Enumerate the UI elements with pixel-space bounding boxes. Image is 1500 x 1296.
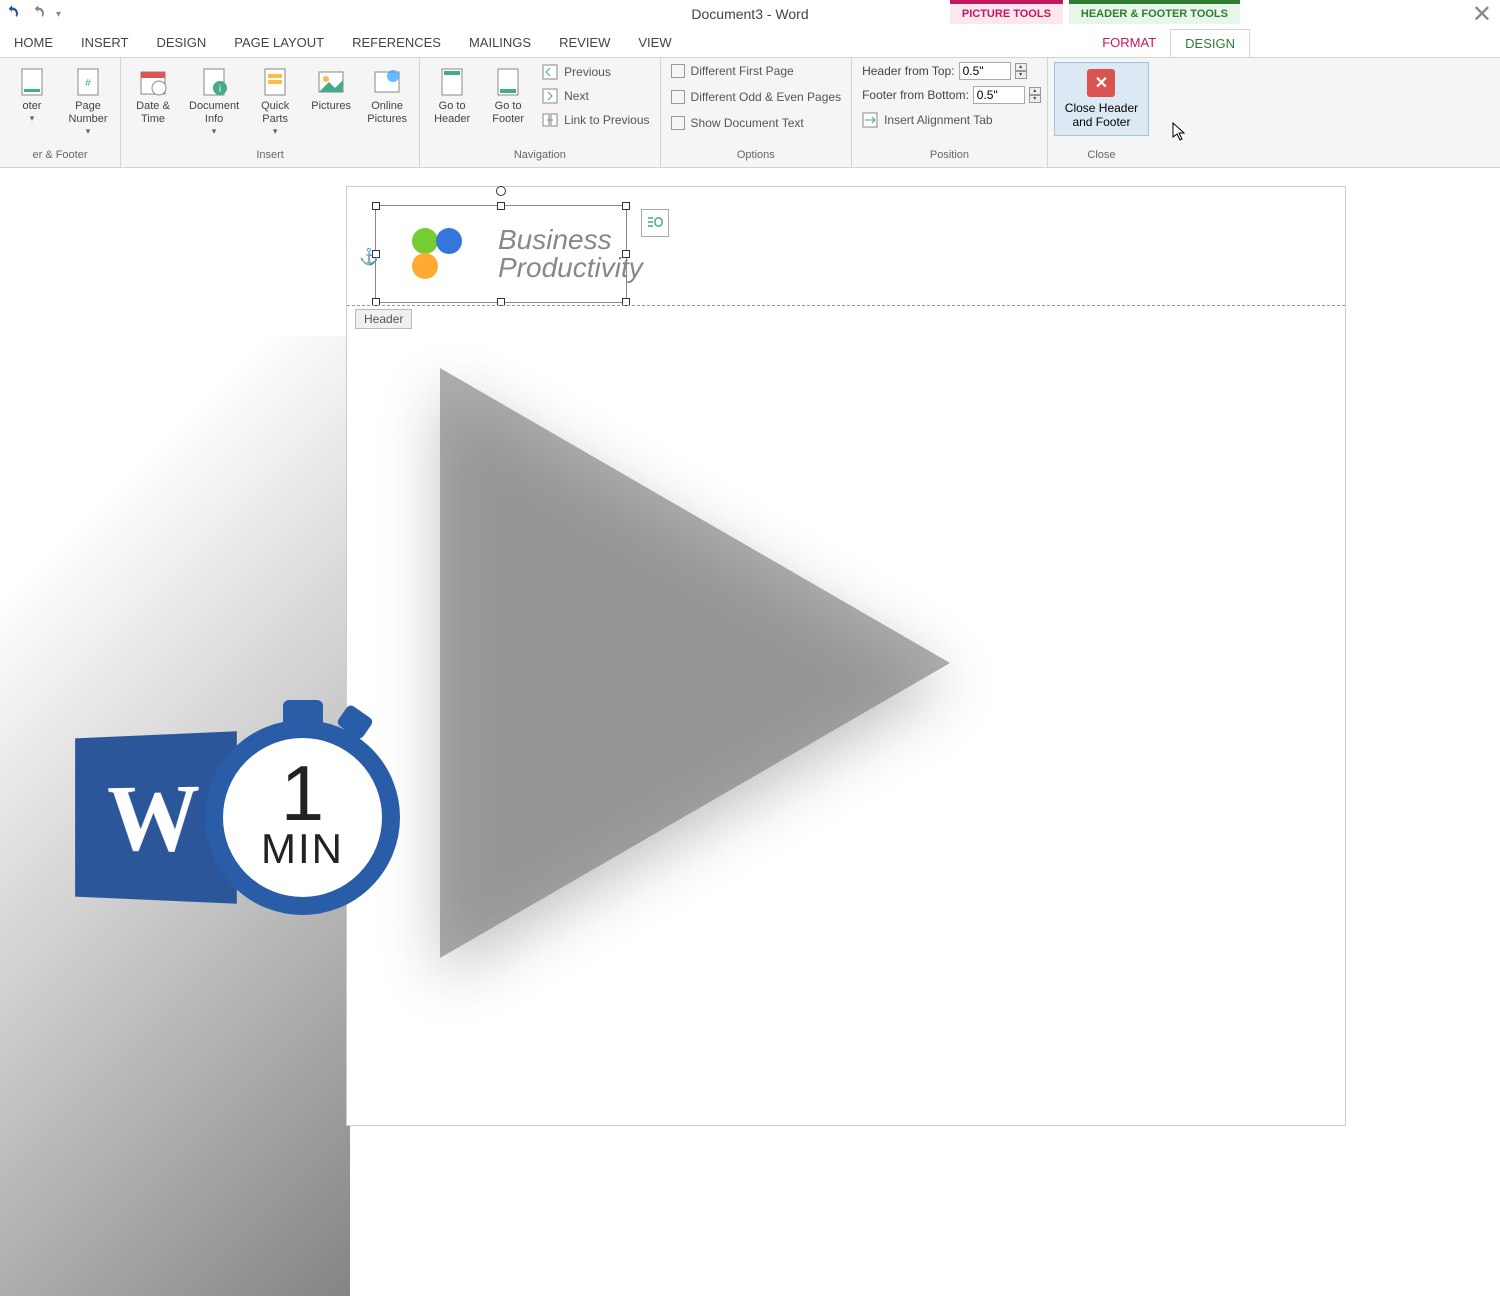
word-1min-badge: W 1 MIN bbox=[70, 720, 400, 915]
document-info-icon: i bbox=[198, 66, 230, 98]
resize-handle-ne[interactable] bbox=[622, 202, 630, 210]
resize-handle-n[interactable] bbox=[497, 202, 505, 210]
online-pictures-icon bbox=[371, 66, 403, 98]
page-number-button[interactable]: # Page Number ▾ bbox=[62, 62, 114, 141]
next-icon bbox=[542, 88, 558, 104]
ribbon: oter ▾ # Page Number ▾ er & Footer Date … bbox=[0, 58, 1500, 168]
layout-options-button[interactable] bbox=[641, 209, 669, 237]
different-odd-even-checkbox[interactable]: Different Odd & Even Pages bbox=[667, 88, 846, 106]
document-info-button[interactable]: i Document Info ▾ bbox=[183, 62, 245, 141]
checkbox-icon bbox=[671, 116, 685, 130]
goto-footer-icon bbox=[492, 66, 524, 98]
tab-page-layout[interactable]: PAGE LAYOUT bbox=[220, 29, 338, 56]
checkbox-icon bbox=[671, 64, 685, 78]
tab-view[interactable]: VIEW bbox=[624, 29, 685, 56]
close-header-footer-button[interactable]: ✕ Close Header and Footer bbox=[1054, 62, 1149, 136]
spinner[interactable]: ▴▾ bbox=[1029, 87, 1041, 103]
title-bar: ▾ Document3 - Word PICTURE TOOLS HEADER … bbox=[0, 0, 1500, 28]
window-close-icon[interactable]: ✕ bbox=[1472, 0, 1492, 29]
ribbon-tabs: HOME INSERT DESIGN PAGE LAYOUT REFERENCE… bbox=[0, 28, 1500, 58]
pictures-icon bbox=[315, 66, 347, 98]
group-insert: Insert bbox=[127, 147, 413, 163]
dropdown-icon: ▾ bbox=[273, 126, 278, 137]
previous-icon bbox=[542, 64, 558, 80]
document-title: Document3 - Word bbox=[691, 6, 808, 22]
footer-bottom-input[interactable] bbox=[973, 86, 1025, 104]
dropdown-icon: ▾ bbox=[86, 126, 91, 137]
link-icon bbox=[542, 112, 558, 128]
header-tag: Header bbox=[355, 309, 412, 329]
resize-handle-nw[interactable] bbox=[372, 202, 380, 210]
selected-picture[interactable]: Business Productivity bbox=[375, 205, 627, 303]
tab-home[interactable]: HOME bbox=[0, 29, 67, 56]
group-options: Options bbox=[667, 147, 846, 163]
dropdown-icon: ▾ bbox=[212, 126, 217, 137]
anchor-icon[interactable]: ⚓ bbox=[359, 247, 379, 267]
redo-icon[interactable] bbox=[30, 4, 46, 25]
tab-mailings[interactable]: MAILINGS bbox=[455, 29, 545, 56]
header-top-input[interactable] bbox=[959, 62, 1011, 80]
svg-text:i: i bbox=[219, 84, 221, 95]
tab-references[interactable]: REFERENCES bbox=[338, 29, 455, 56]
play-icon[interactable] bbox=[440, 368, 950, 958]
group-navigation: Navigation bbox=[426, 147, 653, 163]
next-button[interactable]: Next bbox=[538, 86, 653, 106]
calendar-icon bbox=[137, 66, 169, 98]
layout-options-icon bbox=[646, 214, 664, 232]
goto-header-button[interactable]: Go to Header bbox=[426, 62, 478, 130]
different-first-page-checkbox[interactable]: Different First Page bbox=[667, 62, 846, 80]
close-x-icon: ✕ bbox=[1087, 69, 1115, 97]
cursor-icon bbox=[1172, 122, 1186, 142]
goto-header-icon bbox=[436, 66, 468, 98]
tab-hf-design[interactable]: DESIGN bbox=[1170, 29, 1250, 57]
group-close: Close bbox=[1054, 147, 1149, 163]
logo-text: Business Productivity bbox=[498, 226, 643, 282]
svg-text:#: # bbox=[85, 78, 91, 89]
header-top-label: Header from Top: bbox=[862, 64, 955, 78]
document-canvas: Business Productivity ⚓ Header bbox=[0, 168, 1500, 1125]
qat-dropdown-icon[interactable]: ▾ bbox=[56, 9, 61, 20]
tab-review[interactable]: REVIEW bbox=[545, 29, 624, 56]
group-header-footer: er & Footer bbox=[6, 147, 114, 163]
tab-format[interactable]: FORMAT bbox=[1088, 29, 1170, 56]
logo-image bbox=[412, 228, 462, 284]
quick-parts-button[interactable]: Quick Parts ▾ bbox=[249, 62, 301, 141]
header-boundary bbox=[347, 305, 1345, 306]
footer-bottom-label: Footer from Bottom: bbox=[862, 88, 969, 102]
group-position: Position bbox=[858, 147, 1041, 163]
quick-parts-icon bbox=[259, 66, 291, 98]
goto-footer-button[interactable]: Go to Footer bbox=[482, 62, 534, 130]
show-document-text-checkbox[interactable]: Show Document Text bbox=[667, 114, 846, 132]
spinner[interactable]: ▴▾ bbox=[1015, 63, 1027, 79]
tab-insert[interactable]: INSERT bbox=[67, 29, 142, 56]
pictures-button[interactable]: Pictures bbox=[305, 62, 357, 117]
link-previous-button[interactable]: Link to Previous bbox=[538, 110, 653, 130]
picture-tools-context: PICTURE TOOLS bbox=[950, 0, 1063, 24]
header-footer-tools-context: HEADER & FOOTER TOOLS bbox=[1069, 0, 1240, 24]
footer-button[interactable]: oter ▾ bbox=[6, 62, 58, 128]
alignment-tab-icon bbox=[862, 112, 878, 128]
online-pictures-button[interactable]: Online Pictures bbox=[361, 62, 413, 130]
undo-icon[interactable] bbox=[4, 4, 20, 25]
dropdown-icon: ▾ bbox=[30, 113, 35, 124]
footer-icon bbox=[16, 66, 48, 98]
tab-design[interactable]: DESIGN bbox=[142, 29, 220, 56]
previous-button[interactable]: Previous bbox=[538, 62, 653, 82]
checkbox-icon bbox=[671, 90, 685, 104]
rotation-handle[interactable] bbox=[496, 186, 506, 196]
stopwatch-icon: 1 MIN bbox=[205, 720, 400, 915]
insert-alignment-tab-button[interactable]: Insert Alignment Tab bbox=[858, 110, 1041, 130]
page-number-icon: # bbox=[72, 66, 104, 98]
date-time-button[interactable]: Date & Time bbox=[127, 62, 179, 130]
